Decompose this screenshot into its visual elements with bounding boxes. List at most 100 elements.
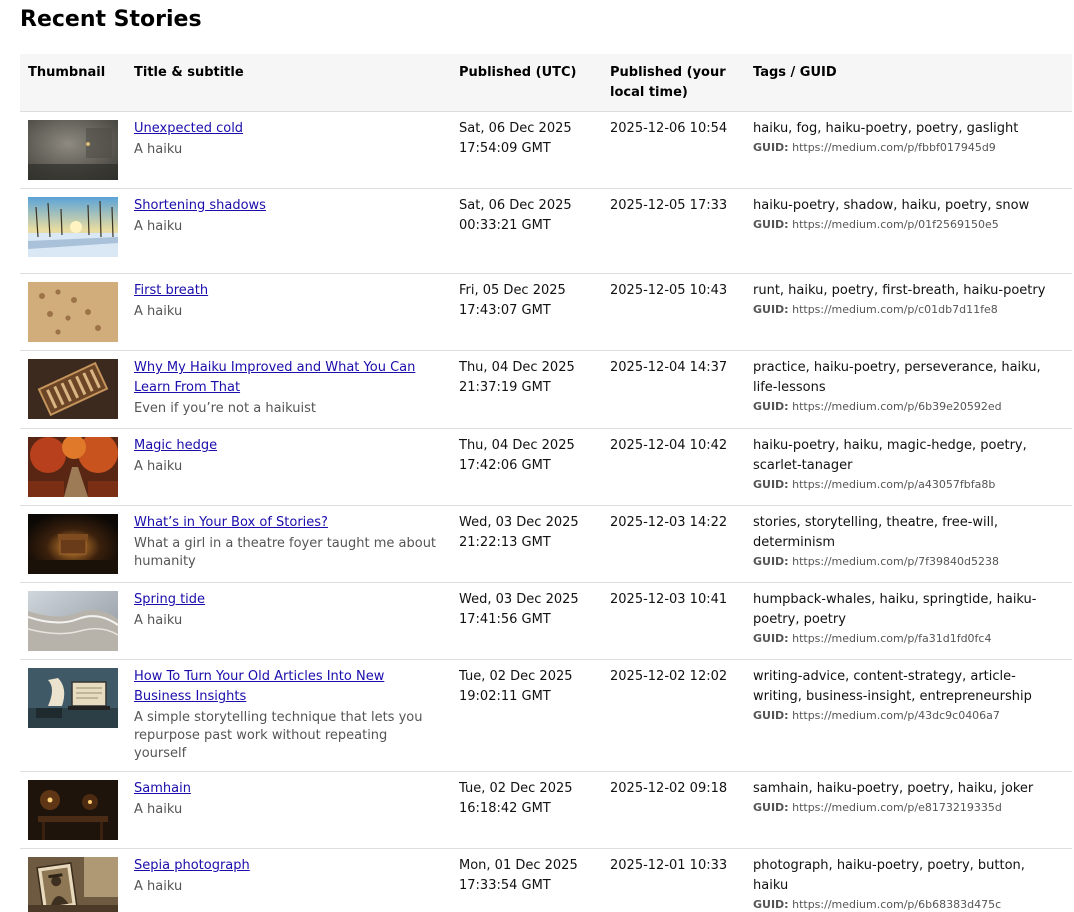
guid-label: GUID: [753,400,789,413]
title-cell: First breath A haiku [126,273,451,351]
tags-cell: practice, haiku-poetry, perseverance, ha… [745,350,1072,429]
title-cell: How To Turn Your Old Articles Into New B… [126,659,451,772]
guid-value: https://medium.com/p/7f39840d5238 [792,555,999,568]
thumbnail-beach-tide[interactable] [28,591,118,651]
story-title-link[interactable]: Spring tide [134,592,205,607]
table-header-row: Thumbnail Title & subtitle Published (UT… [20,54,1072,112]
published-utc: Wed, 03 Dec 2025 21:22:13 GMT [451,505,602,583]
story-guid: GUID: https://medium.com/p/01f2569150e5 [753,217,1064,233]
story-guid: GUID: https://medium.com/p/fa31d1fd0fc4 [753,631,1064,647]
guid-value: https://medium.com/p/6b68383d475c [792,898,1002,911]
guid-value: https://medium.com/p/e8173219335d [792,801,1002,814]
thumbnail-abacus[interactable] [28,359,118,419]
published-utc: Wed, 03 Dec 2025 17:41:56 GMT [451,582,602,660]
story-subtitle: A haiku [134,304,183,319]
story-tags: practice, haiku-poetry, perseverance, ha… [753,360,1041,395]
story-title-link[interactable]: Magic hedge [134,438,217,453]
thumbnail-sepia-portrait[interactable] [28,857,118,912]
thumbnail-candlelit-room[interactable] [28,780,118,840]
thumbnail-snowy-trees[interactable] [28,197,118,257]
story-title-link[interactable]: First breath [134,283,208,298]
story-subtitle: Even if you’re not a haikuist [134,401,316,416]
story-title-link[interactable]: Sepia photograph [134,858,250,873]
thumbnail-typewriter-laptop[interactable] [28,668,118,728]
guid-label: GUID: [753,632,789,645]
guid-value: https://medium.com/p/43dc9c0406a7 [792,709,1000,722]
story-tags: stories, storytelling, theatre, free-wil… [753,515,999,550]
title-cell: Spring tide A haiku [126,582,451,660]
published-utc: Tue, 02 Dec 2025 16:18:42 GMT [451,771,602,849]
guid-label: GUID: [753,898,789,911]
published-local: 2025-12-06 10:54 [602,111,745,189]
story-title-link[interactable]: How To Turn Your Old Articles Into New B… [134,669,384,704]
thumbnail-cell [20,659,126,772]
thumbnail-autumn-hedge[interactable] [28,437,118,497]
table-row: Unexpected cold A haiku Sat, 06 Dec 2025… [20,111,1072,189]
title-cell: Shortening shadows A haiku [126,188,451,274]
story-guid: GUID: https://medium.com/p/e8173219335d [753,800,1064,816]
published-local: 2025-12-03 10:41 [602,582,745,660]
story-guid: GUID: https://medium.com/p/fbbf017945d9 [753,140,1064,156]
table-row: First breath A haiku Fri, 05 Dec 2025 17… [20,273,1072,351]
story-guid: GUID: https://medium.com/p/a43057fbfa8b [753,477,1064,493]
story-title-link[interactable]: Why My Haiku Improved and What You Can L… [134,360,415,395]
published-local: 2025-12-02 12:02 [602,659,745,772]
guid-label: GUID: [753,141,789,154]
guid-value: https://medium.com/p/fa31d1fd0fc4 [792,632,992,645]
thumbnail-glowing-box[interactable] [28,514,118,574]
thumbnail-cell [20,428,126,506]
header-thumbnail: Thumbnail [20,54,126,112]
guid-label: GUID: [753,555,789,568]
guid-label: GUID: [753,801,789,814]
story-tags: writing-advice, content-strategy, articl… [753,669,1032,704]
table-row: Sepia photograph A haiku Mon, 01 Dec 202… [20,848,1072,912]
story-subtitle: A haiku [134,142,183,157]
guid-value: https://medium.com/p/a43057fbfa8b [792,478,996,491]
published-utc: Mon, 01 Dec 2025 17:33:54 GMT [451,848,602,912]
title-cell: Why My Haiku Improved and What You Can L… [126,350,451,429]
tags-cell: haiku, fog, haiku-poetry, poetry, gaslig… [745,111,1072,189]
guid-value: https://medium.com/p/c01db7d11fe8 [792,303,998,316]
story-tags: runt, haiku, poetry, first-breath, haiku… [753,283,1046,298]
guid-value: https://medium.com/p/6b39e20592ed [792,400,1002,413]
story-title-link[interactable]: Samhain [134,781,191,796]
story-guid: GUID: https://medium.com/p/43dc9c0406a7 [753,708,1064,724]
guid-label: GUID: [753,478,789,491]
header-title: Title & subtitle [126,54,451,112]
title-cell: Samhain A haiku [126,771,451,849]
thumbnail-cell [20,505,126,583]
tags-cell: writing-advice, content-strategy, articl… [745,659,1072,772]
thumbnail-cell [20,111,126,189]
guid-label: GUID: [753,218,789,231]
published-utc: Sat, 06 Dec 2025 00:33:21 GMT [451,188,602,274]
story-title-link[interactable]: Unexpected cold [134,121,243,136]
story-subtitle: A haiku [134,219,183,234]
header-tags: Tags / GUID [745,54,1072,112]
page-title: Recent Stories [20,7,202,32]
title-cell: What’s in Your Box of Stories? What a gi… [126,505,451,583]
thumbnail-cell [20,350,126,429]
story-subtitle: A haiku [134,459,183,474]
thumbnail-foggy-house[interactable] [28,120,118,180]
table-row: Shortening shadows A haiku Sat, 06 Dec 2… [20,188,1072,274]
published-utc: Sat, 06 Dec 2025 17:54:09 GMT [451,111,602,189]
published-local: 2025-12-05 17:33 [602,188,745,274]
table-row: How To Turn Your Old Articles Into New B… [20,659,1072,772]
story-title-link[interactable]: Shortening shadows [134,198,266,213]
table-row: Spring tide A haiku Wed, 03 Dec 2025 17:… [20,582,1072,660]
table-row: What’s in Your Box of Stories? What a gi… [20,505,1072,583]
story-subtitle: A haiku [134,802,183,817]
story-guid: GUID: https://medium.com/p/6b39e20592ed [753,399,1064,415]
thumbnail-cell [20,848,126,912]
table-row: Why My Haiku Improved and What You Can L… [20,350,1072,429]
published-local: 2025-12-04 10:42 [602,428,745,506]
tags-cell: humpback-whales, haiku, springtide, haik… [745,582,1072,660]
tags-cell: haiku-poetry, haiku, magic-hedge, poetry… [745,428,1072,506]
published-local: 2025-12-01 10:33 [602,848,745,912]
thumbnail-paw-prints[interactable] [28,282,118,342]
story-subtitle: What a girl in a theatre foyer taught me… [134,536,437,569]
tags-cell: stories, storytelling, theatre, free-wil… [745,505,1072,583]
story-title-link[interactable]: What’s in Your Box of Stories? [134,515,328,530]
table-row: Samhain A haiku Tue, 02 Dec 2025 16:18:4… [20,771,1072,849]
title-cell: Unexpected cold A haiku [126,111,451,189]
